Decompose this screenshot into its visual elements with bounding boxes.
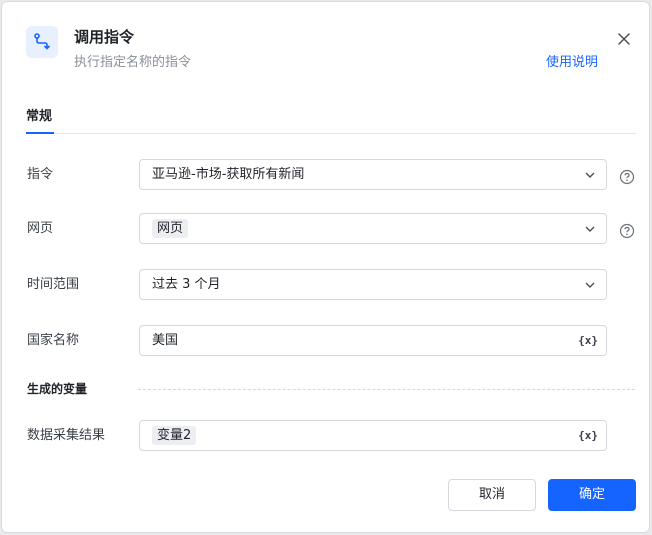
invoke-command-dialog: 调用指令 执行指定名称的指令 使用说明 常规 指令 亚马逊-市场-获取所有新闻 … (1, 1, 650, 533)
usage-instructions-link[interactable]: 使用说明 (546, 53, 598, 73)
command-value: 亚马逊-市场-获取所有新闻 (152, 167, 305, 182)
country-value: 美国 (152, 333, 179, 348)
route-icon (26, 26, 58, 58)
time-range-select[interactable]: 过去 3 个月 (139, 269, 607, 300)
command-help-icon[interactable] (619, 169, 635, 185)
dialog-title: 调用指令 (74, 28, 135, 46)
insert-variable-button[interactable]: {x} (578, 421, 598, 450)
chevron-down-icon (585, 172, 595, 178)
close-button[interactable] (614, 29, 634, 49)
webpage-label: 网页 (27, 221, 54, 236)
tab-general[interactable]: 常规 (26, 108, 52, 126)
time-range-label: 时间范围 (27, 277, 80, 292)
active-tab-indicator (26, 132, 54, 134)
time-range-value: 过去 3 个月 (152, 277, 221, 292)
result-variable-label: 数据采集结果 (27, 428, 106, 443)
result-variable-input[interactable]: 变量2 {x} (139, 420, 607, 451)
country-label: 国家名称 (27, 333, 80, 348)
chevron-down-icon (585, 282, 595, 288)
command-label: 指令 (27, 167, 54, 182)
command-select[interactable]: 亚马逊-市场-获取所有新闻 (139, 159, 607, 190)
result-variable-chip: 变量2 (152, 426, 197, 445)
cancel-button[interactable]: 取消 (448, 479, 536, 511)
dialog-subtitle: 执行指定名称的指令 (74, 55, 192, 70)
output-variables-heading: 生成的变量 (27, 382, 88, 396)
webpage-help-icon[interactable] (619, 223, 635, 239)
chevron-down-icon (585, 226, 595, 232)
insert-variable-button[interactable]: {x} (578, 326, 598, 355)
section-divider (138, 389, 635, 390)
tab-bar: 常规 (26, 105, 636, 134)
close-icon (618, 33, 630, 45)
webpage-chip: 网页 (152, 219, 189, 238)
webpage-select[interactable]: 网页 (139, 213, 607, 244)
confirm-button[interactable]: 确定 (548, 479, 636, 511)
country-input[interactable]: 美国 {x} (139, 325, 607, 356)
